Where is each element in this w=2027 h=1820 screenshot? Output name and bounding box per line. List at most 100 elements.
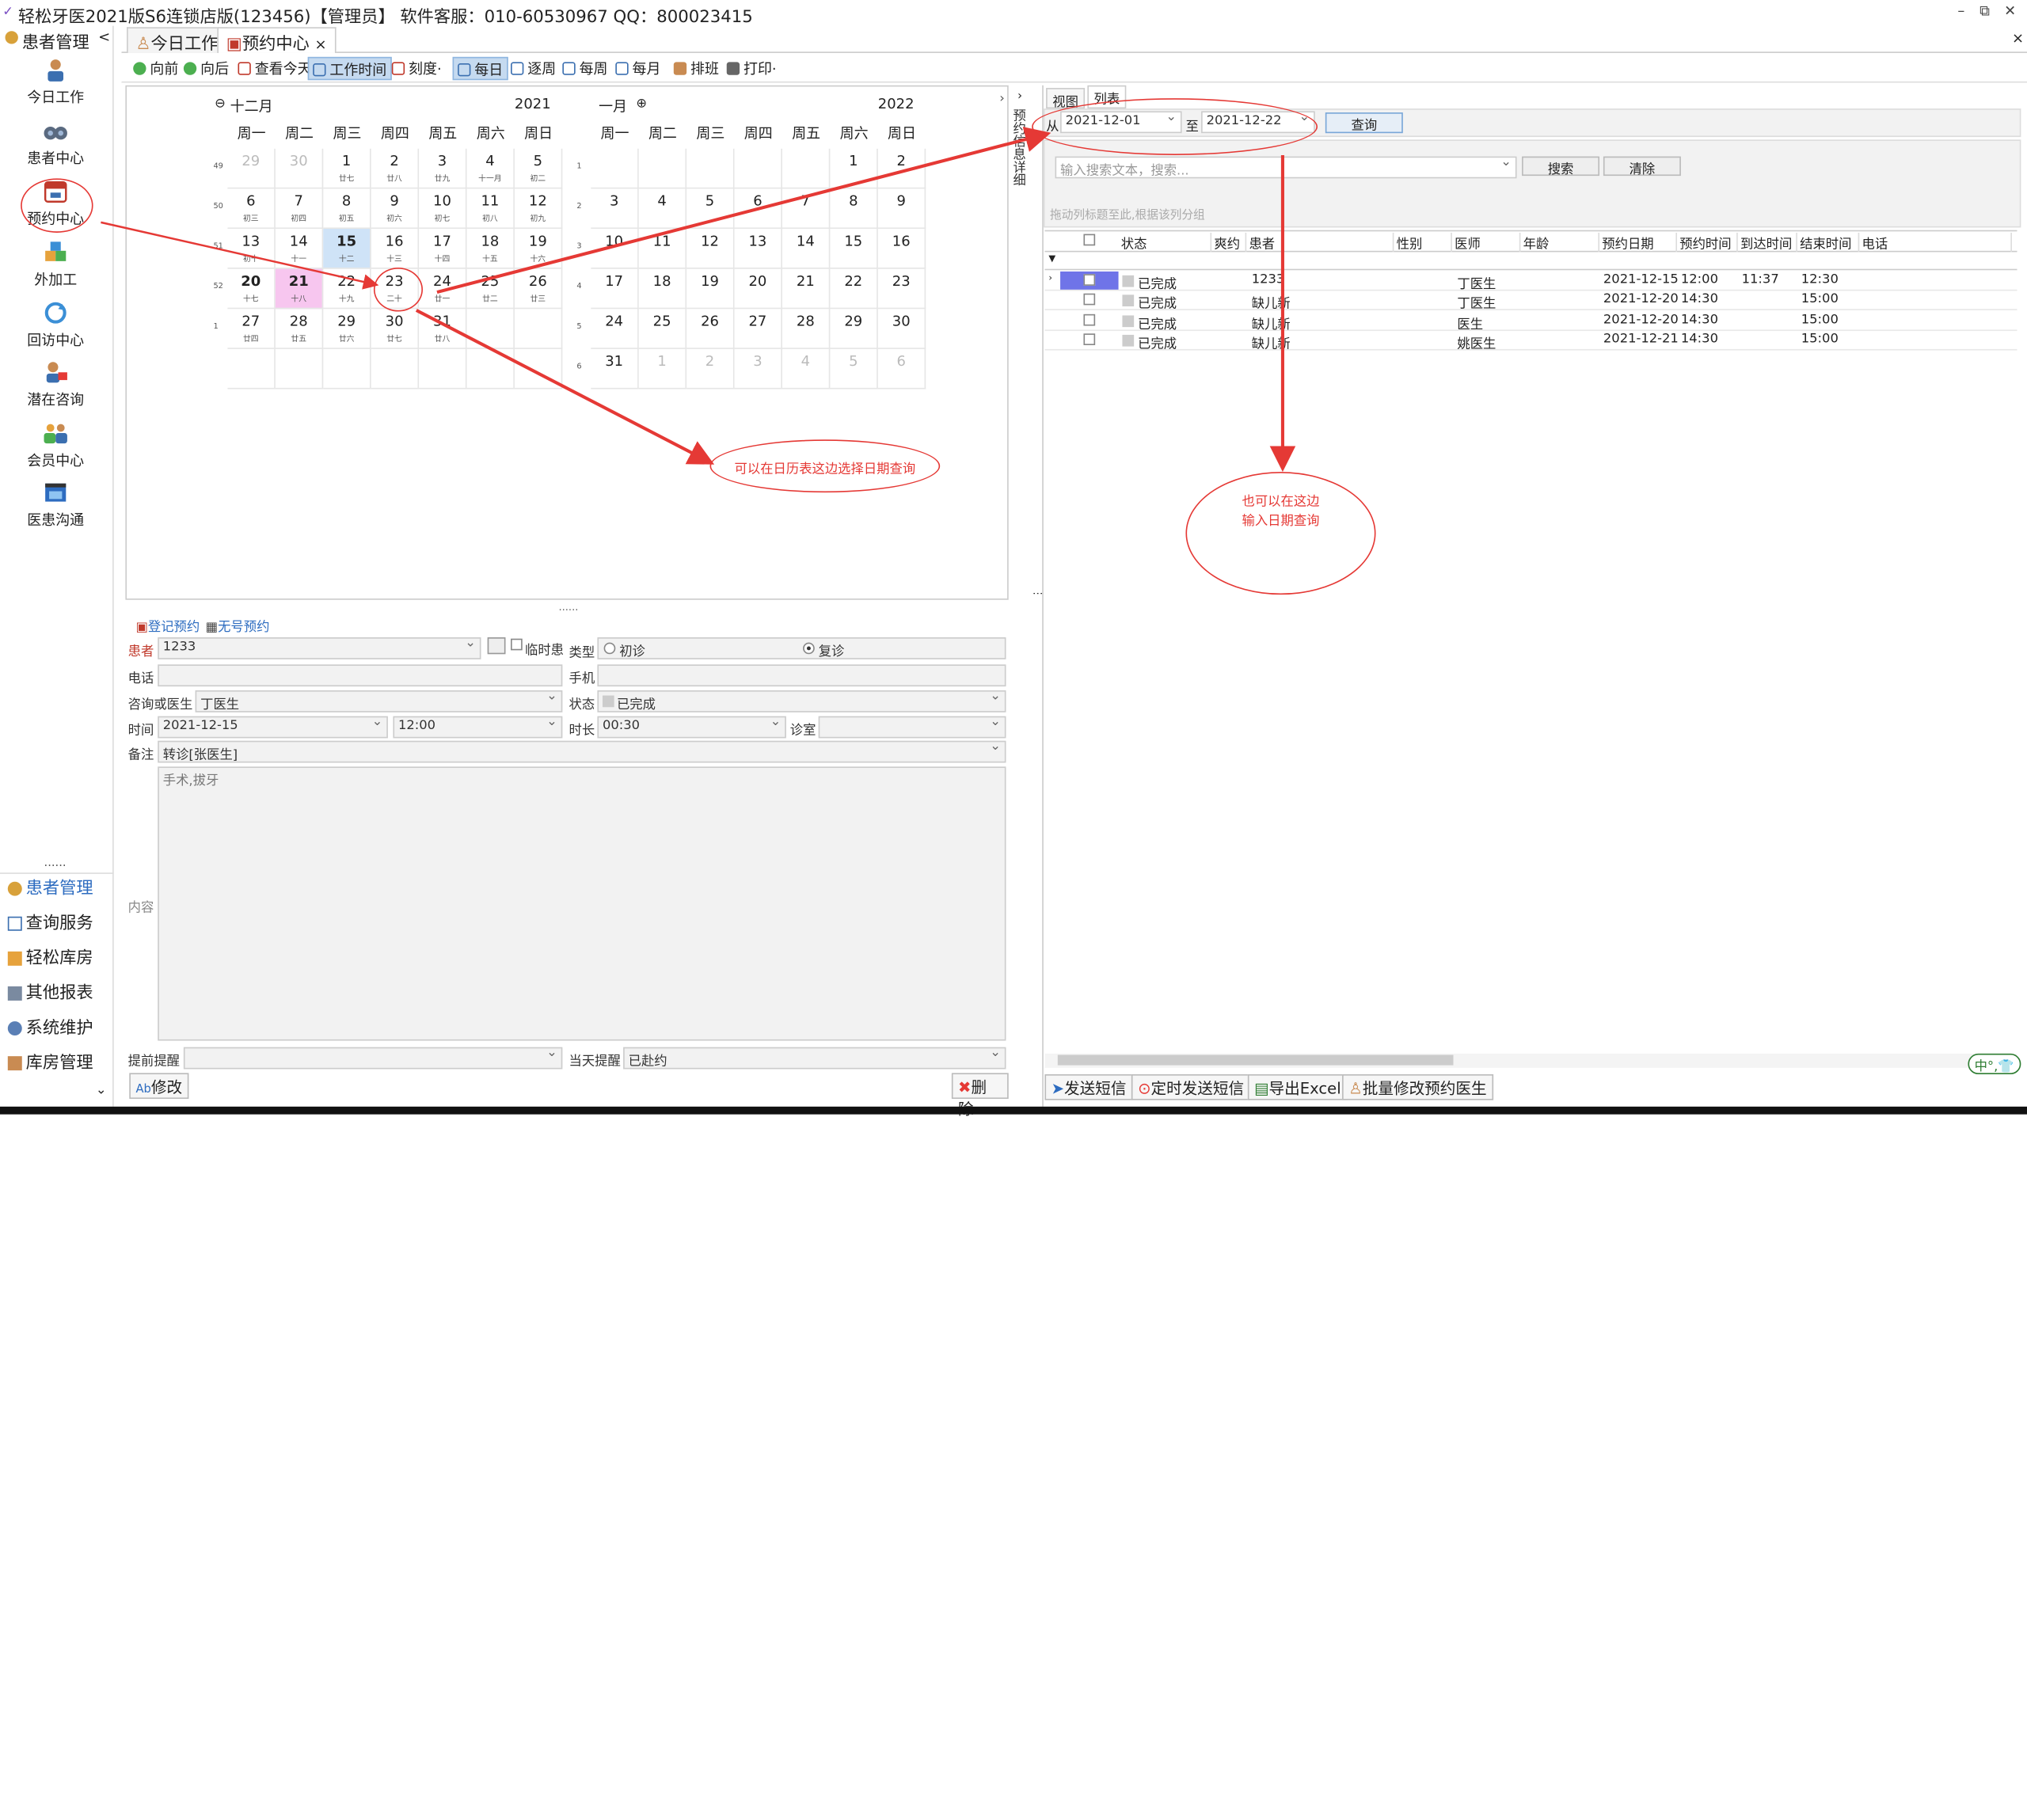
search-input[interactable]: 输入搜索文本，搜索... [1055, 155, 1517, 179]
calendar-day[interactable]: 16 [877, 229, 926, 269]
calendar-day[interactable]: 12 [686, 229, 735, 269]
calendar-day[interactable]: 2 [686, 348, 735, 389]
column-age[interactable]: 年龄 [1520, 232, 1600, 253]
return-visit-radio[interactable] [803, 642, 815, 655]
schedule-button[interactable]: 排班 [670, 57, 723, 80]
calendar-day[interactable]: 26 廿三 [514, 268, 563, 310]
calendar-day[interactable]: 7 [782, 188, 831, 230]
next-button[interactable]: 向后 [180, 57, 233, 80]
batch-change-doctor-button[interactable]: ♙批量修改预约医生 [1342, 1074, 1493, 1100]
week-view-button[interactable]: 每周 [558, 57, 611, 80]
calendar-day[interactable] [227, 348, 276, 389]
calendar-day[interactable]: 29 廿六 [323, 309, 371, 349]
column-patient[interactable]: 患者 [1246, 232, 1394, 253]
calendar-day[interactable]: 31 [591, 348, 639, 389]
sidebar-item-consult[interactable]: 潜在咨询 [6, 359, 106, 419]
column-status[interactable]: 状态 [1119, 232, 1212, 253]
calendar-day[interactable]: 19 [686, 268, 735, 310]
room-select[interactable] [818, 715, 1006, 739]
calendar-day[interactable] [514, 309, 563, 349]
column-end[interactable]: 结束时间 [1797, 232, 1860, 253]
calendar-day[interactable]: 29 [830, 309, 878, 349]
calendar-day[interactable]: 4 [782, 348, 831, 389]
calendar-day[interactable] [686, 148, 735, 189]
content-textarea[interactable]: 手术,拔牙 [158, 766, 1006, 1041]
calendar-day[interactable]: 5 初二 [514, 148, 563, 189]
search-button[interactable]: 搜索 [1522, 156, 1600, 177]
ime-indicator[interactable]: 中°,👕 [1968, 1053, 2021, 1075]
sidebar-item-members[interactable]: 会员中心 [6, 420, 106, 480]
calendar-day[interactable]: 18 十五 [466, 229, 515, 269]
time-picker[interactable]: 12:00 [393, 715, 563, 739]
table-row[interactable]: › 已完成 1233 丁医生 2021-12-15 12:00 11:37 12:30 [1044, 271, 2017, 292]
patient-list-icon[interactable] [487, 637, 506, 655]
calendar-day[interactable]: 7 初四 [275, 188, 324, 230]
export-excel-button[interactable]: ▤导出Excel [1247, 1074, 1348, 1100]
calendar-day[interactable]: 17 十四 [419, 229, 467, 269]
sidebar-bottom-query[interactable]: 查询服务 [0, 907, 114, 940]
column-phone[interactable]: 电话 [1859, 232, 2012, 253]
calendar-day[interactable] [275, 348, 324, 389]
scroll-down-icon[interactable]: ⌄ [96, 1083, 107, 1097]
calendar-day[interactable] [371, 348, 420, 389]
sidebar-item-followup[interactable]: 回访中心 [6, 300, 106, 359]
date-picker[interactable]: 2021-12-15 [158, 715, 388, 739]
edit-button[interactable]: Ab修改 [129, 1073, 189, 1100]
calendar-day[interactable]: 29 [227, 148, 276, 189]
calendar-day[interactable]: 3 廿九 [419, 148, 467, 189]
calendar-day[interactable]: 12 初九 [514, 188, 563, 230]
calendar-day[interactable]: 20 十七 [227, 268, 276, 310]
sidebar-item-outsourcing[interactable]: 外加工 [6, 239, 106, 298]
calendar-day[interactable]: 13 [734, 229, 782, 269]
calendar-day[interactable]: 24 [591, 309, 639, 349]
send-sms-button[interactable]: ➤发送短信 [1044, 1074, 1133, 1100]
today-button[interactable]: 查看今天 [234, 57, 316, 80]
row-checkbox[interactable] [1083, 313, 1096, 325]
calendar-day[interactable]: 25 [638, 309, 687, 349]
calendar-day[interactable]: 1 [638, 348, 687, 389]
scale-dropdown[interactable]: 刻度· [388, 57, 446, 80]
calendar-day[interactable]: 30 [275, 148, 324, 189]
delete-button[interactable]: ✖删除 [951, 1073, 1009, 1119]
calendar-day[interactable]: 22 十九 [323, 268, 371, 310]
calendar-day[interactable]: 20 [734, 268, 782, 310]
calendar-day[interactable]: 8 [830, 188, 878, 230]
calendar-day[interactable]: 28 [782, 309, 831, 349]
sidebar-bottom-maintenance[interactable]: 系统维护 [0, 1013, 114, 1046]
next-month-icon[interactable]: ⊕ [636, 97, 647, 111]
calendar-day[interactable] [591, 148, 639, 189]
patient-select[interactable]: 1233 [158, 636, 481, 659]
horizontal-scrollbar[interactable] [1044, 1053, 2017, 1068]
calendar-day[interactable]: 19 十六 [514, 229, 563, 269]
sidebar-bottom-reports[interactable]: 其他报表 [0, 978, 114, 1011]
prev-button[interactable]: 向前 [129, 57, 182, 80]
calendar-day[interactable]: 9 [877, 188, 926, 230]
query-button[interactable]: 查询 [1325, 112, 1403, 134]
calendar-day[interactable]: 24 廿一 [419, 268, 467, 310]
duration-select[interactable]: 00:30 [597, 715, 786, 739]
sameday-remind-select[interactable]: 已赴约 [623, 1046, 1006, 1070]
details-side-label[interactable]: 预约信息详细 [1010, 108, 1027, 186]
calendar-day[interactable]: 30 廿七 [371, 309, 420, 349]
table-row[interactable]: 已完成 缺儿新 姚医生 2021-12-21 14:30 15:00 [1044, 331, 2017, 351]
calendar-day[interactable] [734, 148, 782, 189]
row-checkbox[interactable] [1083, 274, 1096, 286]
calendar-day[interactable]: 30 [877, 309, 926, 349]
table-row[interactable]: 已完成 缺儿新 丁医生 2021-12-20 14:30 15:00 [1044, 291, 2017, 312]
calendar-day[interactable]: 10 [591, 229, 639, 269]
sidebar-bottom-warehouse[interactable]: 轻松库房 [0, 942, 114, 975]
calendar-day[interactable] [323, 348, 371, 389]
column-noshow[interactable]: 爽约 [1211, 232, 1247, 253]
sidebar-bottom-patients[interactable]: 患者管理 [0, 872, 114, 906]
scheduled-sms-button[interactable]: ⊙定时发送短信 [1131, 1074, 1251, 1100]
calendar-day[interactable]: 15 十二 [323, 229, 371, 269]
calendar-day[interactable]: 25 廿二 [466, 268, 515, 310]
row-checkbox[interactable] [1083, 294, 1096, 306]
sidebar-item-today[interactable]: 今日工作 [6, 57, 106, 116]
calendar-day[interactable]: 21 [782, 268, 831, 310]
calendar-day[interactable]: 14 十一 [275, 229, 324, 269]
calendar-day[interactable] [514, 348, 563, 389]
calendar-day[interactable]: 3 [734, 348, 782, 389]
month-view-button[interactable]: 每月 [611, 57, 664, 80]
calendar-day[interactable]: 17 [591, 268, 639, 310]
